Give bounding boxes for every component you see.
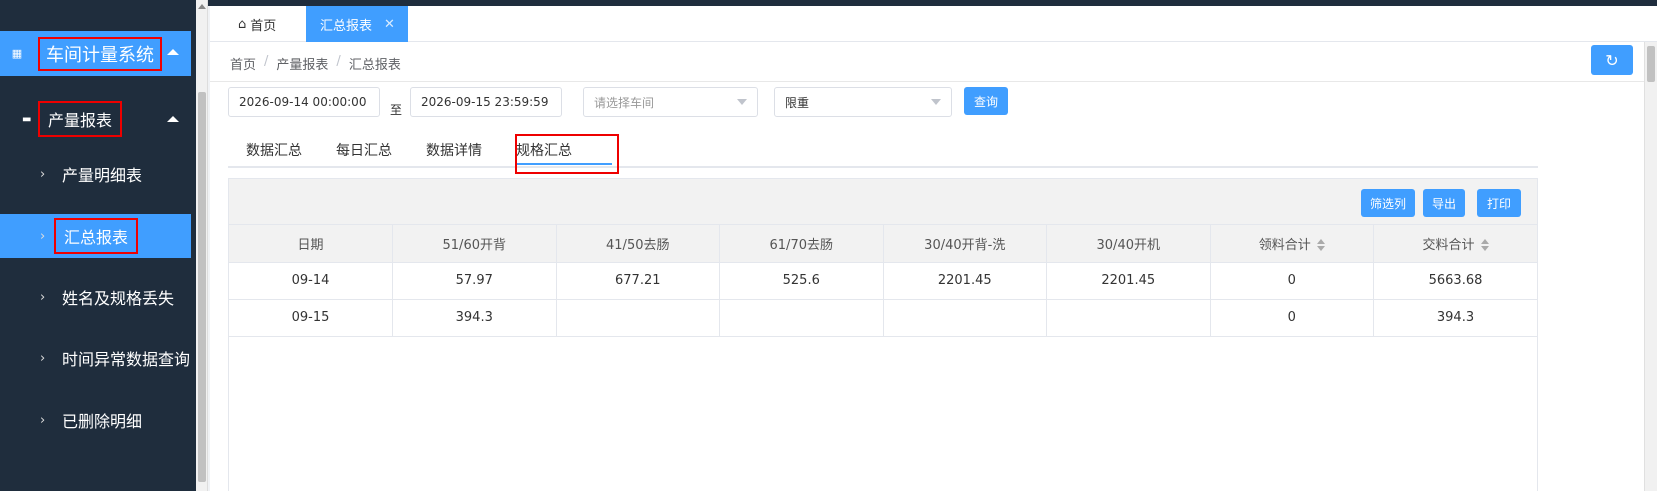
refresh-icon: ↻ bbox=[1605, 50, 1619, 70]
column-header-sortable[interactable]: 领料合计 bbox=[1210, 225, 1374, 263]
sort-icon[interactable] bbox=[1480, 239, 1489, 252]
table-cell: 525.6 bbox=[719, 262, 884, 300]
filter-columns-button[interactable]: 筛选列 bbox=[1361, 189, 1415, 217]
table-cell bbox=[719, 299, 884, 337]
column-header-sortable[interactable]: 交料合计 bbox=[1373, 225, 1537, 263]
sidebar-item-label: 时间异常数据查询 bbox=[62, 350, 191, 369]
start-datetime-input[interactable]: 2026-09-14 00:00:00 bbox=[228, 87, 380, 117]
chevron-down-icon bbox=[737, 99, 747, 105]
sidebar-item-label: 姓名及规格丢失 bbox=[62, 289, 175, 308]
table-cell bbox=[883, 299, 1047, 337]
breadcrumb-separator: / bbox=[264, 54, 269, 69]
scroll-up-icon[interactable] bbox=[198, 4, 206, 9]
table-cell: 57.97 bbox=[392, 262, 557, 300]
table-toolbar: 筛选列 导出 打印 bbox=[229, 179, 1537, 225]
breadcrumb-home[interactable]: 首页 bbox=[230, 54, 256, 73]
table-cell: 0 bbox=[1210, 262, 1374, 300]
query-button[interactable]: 查询 bbox=[964, 87, 1008, 115]
column-header[interactable]: 30/40开背-洗 bbox=[883, 225, 1047, 263]
sidebar-item-label: 已删除明细 bbox=[62, 412, 143, 431]
collapse-arrow-icon bbox=[167, 116, 179, 122]
chevron-right-icon: › bbox=[40, 166, 46, 182]
chevron-right-icon: › bbox=[40, 350, 46, 366]
system-icon: ▦ bbox=[11, 47, 23, 60]
scrollbar-thumb[interactable] bbox=[198, 92, 206, 482]
table-cell: 677.21 bbox=[556, 262, 720, 300]
table-row: 09-14 57.97 677.21 525.6 2201.45 2201.45… bbox=[229, 262, 1537, 300]
tab-daily-summary[interactable]: 每日汇总 bbox=[336, 140, 392, 160]
chevron-right-icon: › bbox=[40, 412, 46, 428]
column-header[interactable]: 51/60开背 bbox=[392, 225, 557, 263]
breadcrumb: 首页 / 产量报表 / 汇总报表 bbox=[230, 54, 401, 73]
column-header[interactable]: 日期 bbox=[229, 225, 393, 263]
sidebar-item-name-spec-missing[interactable]: › 姓名及规格丢失 bbox=[0, 275, 191, 319]
table-cell: 09-14 bbox=[229, 262, 393, 300]
tab-home[interactable]: ⌂ 首页 bbox=[222, 6, 292, 42]
table-cell: 2201.45 bbox=[883, 262, 1047, 300]
table-cell: 5663.68 bbox=[1373, 262, 1537, 300]
workshop-placeholder: 请选择车间 bbox=[594, 95, 655, 110]
table-header-row: 日期 51/60开背 41/50去肠 61/70去肠 30/40开背-洗 30/… bbox=[229, 225, 1537, 263]
chevron-right-icon: › bbox=[40, 289, 46, 305]
scrollbar-thumb[interactable] bbox=[1647, 46, 1655, 82]
measure-value: 限重 bbox=[785, 95, 810, 110]
tab-bar: ⌂ 首页 汇总报表 ✕ bbox=[210, 6, 1657, 42]
sidebar: ▦ 车间计量系统 ▬ 产量报表 › 产量明细表 › 汇总报表 › 姓名及规格丢失… bbox=[0, 0, 196, 491]
chevron-right-icon: › bbox=[40, 228, 46, 244]
table-cell: 09-15 bbox=[229, 299, 393, 337]
table-cell: 394.3 bbox=[392, 299, 557, 337]
breadcrumb-separator: / bbox=[336, 54, 341, 69]
breadcrumb-summary-report: 汇总报表 bbox=[348, 58, 401, 73]
data-table-container: 筛选列 导出 打印 日期 51/60开背 41/50去肠 61/70去肠 30/… bbox=[228, 178, 1538, 491]
sidebar-item-label: 产量明细表 bbox=[62, 166, 143, 185]
chevron-down-icon bbox=[931, 99, 941, 105]
main-content: 2026-09-14 00:00:00 至 2026-09-15 23:59:5… bbox=[210, 82, 1644, 491]
home-icon: ⌂ bbox=[238, 16, 247, 32]
sidebar-scrollbar[interactable] bbox=[196, 0, 208, 491]
end-datetime-input[interactable]: 2026-09-15 23:59:59 bbox=[410, 87, 562, 117]
refresh-button[interactable]: ↻ bbox=[1591, 45, 1633, 75]
measure-select[interactable]: 限重 bbox=[774, 87, 952, 117]
to-label: 至 bbox=[390, 103, 403, 117]
highlight-box bbox=[515, 134, 619, 174]
menu-system-title[interactable]: ▦ 车间计量系统 bbox=[0, 31, 191, 76]
sidebar-item-deleted-detail[interactable]: › 已删除明细 bbox=[0, 398, 191, 442]
group-title-label: 产量报表 bbox=[38, 101, 123, 137]
column-header-label: 领料合计 bbox=[1258, 237, 1311, 253]
sidebar-item-production-detail[interactable]: › 产量明细表 bbox=[0, 152, 191, 196]
table-cell bbox=[1046, 299, 1211, 337]
table-cell: 2201.45 bbox=[1046, 262, 1211, 300]
close-icon[interactable]: ✕ bbox=[384, 17, 395, 32]
tab-data-summary[interactable]: 数据汇总 bbox=[246, 140, 302, 160]
column-header-label: 交料合计 bbox=[1422, 237, 1475, 253]
table-cell: 394.3 bbox=[1373, 299, 1537, 337]
menu-group-production-report[interactable]: ▬ 产量报表 bbox=[0, 95, 191, 143]
sidebar-item-label: 汇总报表 bbox=[54, 218, 139, 254]
table-cell: 0 bbox=[1210, 299, 1374, 337]
system-title-label: 车间计量系统 bbox=[38, 36, 162, 71]
workshop-select[interactable]: 请选择车间 bbox=[583, 87, 758, 117]
breadcrumb-production-report[interactable]: 产量报表 bbox=[276, 54, 328, 73]
data-table: 日期 51/60开背 41/50去肠 61/70去肠 30/40开背-洗 30/… bbox=[229, 225, 1537, 337]
tab-data-detail[interactable]: 数据详情 bbox=[426, 140, 482, 160]
table-cell bbox=[556, 299, 720, 337]
export-button[interactable]: 导出 bbox=[1423, 189, 1465, 217]
breadcrumb-bar: 首页 / 产量报表 / 汇总报表 ↻ bbox=[210, 42, 1657, 82]
print-button[interactable]: 打印 bbox=[1477, 189, 1521, 217]
column-header[interactable]: 61/70去肠 bbox=[719, 225, 884, 263]
report-icon: ▬ bbox=[22, 113, 32, 125]
collapse-arrow-icon bbox=[167, 49, 179, 55]
column-header[interactable]: 30/40开机 bbox=[1046, 225, 1211, 263]
tab-home-label: 首页 bbox=[250, 18, 277, 34]
tab-summary-label: 汇总报表 bbox=[320, 18, 373, 34]
table-row: 09-15 394.3 0 394.3 bbox=[229, 299, 1537, 337]
sidebar-item-time-anomaly[interactable]: › 时间异常数据查询 bbox=[0, 336, 191, 380]
sort-icon[interactable] bbox=[1316, 239, 1325, 252]
sidebar-item-summary-report[interactable]: › 汇总报表 bbox=[0, 214, 191, 258]
tab-summary-report[interactable]: 汇总报表 ✕ bbox=[306, 6, 408, 42]
column-header[interactable]: 41/50去肠 bbox=[556, 225, 720, 263]
page-scrollbar[interactable] bbox=[1644, 42, 1657, 491]
sub-tabs: 数据汇总 每日汇总 数据详情 规格汇总 bbox=[228, 132, 1538, 174]
